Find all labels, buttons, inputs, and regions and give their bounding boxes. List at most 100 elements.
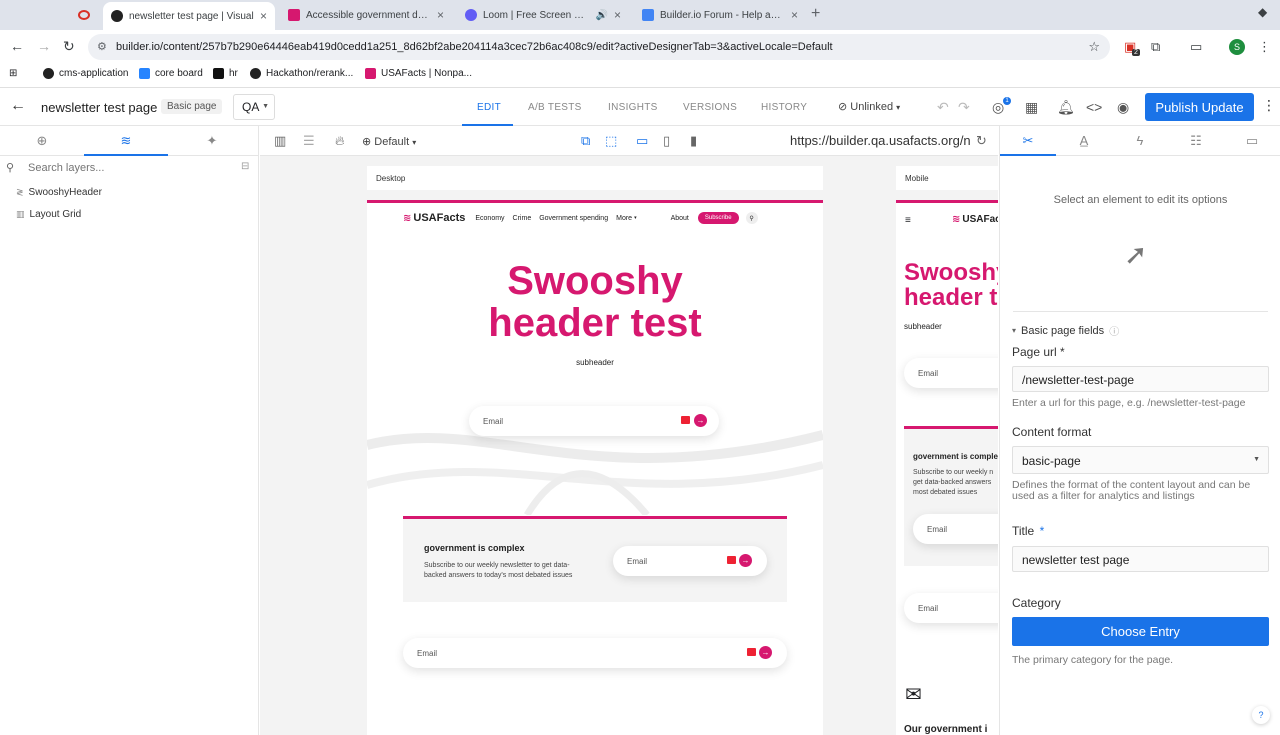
puzzle-icon[interactable]: ⧉ [1151, 39, 1160, 55]
back-icon[interactable]: ← [10, 38, 24, 54]
subscribe-button[interactable]: Subscribe [697, 212, 739, 224]
apps-icon[interactable]: ⊞ [9, 68, 17, 79]
tablet-icon[interactable]: ▯ [663, 133, 670, 149]
bookmark-star-icon[interactable]: ☆ [1088, 39, 1100, 55]
tab-insights[interactable]: INSIGHTS [608, 102, 658, 113]
close-tab-icon[interactable]: × [791, 8, 798, 22]
columns-icon[interactable]: ▥ [274, 133, 286, 149]
title-input[interactable]: newsletter test page [1012, 546, 1269, 572]
publish-update-button[interactable]: Publish Update [1145, 93, 1254, 121]
tab-versions[interactable]: VERSIONS [683, 102, 737, 113]
preview-eye-icon[interactable]: ◉ [1117, 99, 1129, 116]
more-options-icon[interactable]: ⋮ [1262, 97, 1276, 114]
browser-menu-icon[interactable]: ⋮ [1258, 39, 1271, 55]
mobile-email-signup-card[interactable]: Email [913, 514, 998, 544]
collapse-all-icon[interactable]: ⊟ [241, 161, 249, 172]
nav-more[interactable]: More [616, 215, 632, 222]
bookmark-item[interactable]: Hackathon/rerank... [250, 68, 353, 79]
tab-ab-tests[interactable]: A/B TESTS [528, 102, 582, 113]
bookmark-item[interactable]: core board [139, 68, 203, 79]
redo-icon[interactable]: ↷ [958, 99, 970, 116]
search-layers-input[interactable] [28, 159, 228, 177]
browser-tab-loom[interactable]: Loom | Free Screen & Vid 🔊 × [457, 4, 629, 26]
submit-arrow-icon[interactable]: → [694, 414, 707, 427]
spacing-icon[interactable]: ☰ [303, 133, 315, 149]
tab-edit[interactable]: EDIT [477, 102, 501, 113]
undo-icon[interactable]: ↶ [937, 99, 949, 116]
content-format-select[interactable]: basic-page ▼ [1012, 446, 1269, 474]
link-status-dropdown[interactable]: ⊘ Unlinked ▾ [838, 100, 900, 113]
reload-icon[interactable]: ↻ [63, 38, 75, 55]
page-url-input[interactable]: /newsletter-test-page [1012, 366, 1269, 392]
desktop-icon[interactable]: ▭ [636, 133, 648, 149]
choose-entry-button[interactable]: Choose Entry [1012, 617, 1269, 646]
data-tab-icon[interactable]: ☷ [1168, 133, 1224, 149]
mobile-icon[interactable]: ▮ [690, 133, 697, 149]
usafacts-logo[interactable]: ≋USAFacts [403, 212, 465, 224]
schedule-icon[interactable]: ▦ [1025, 99, 1038, 116]
preview-url[interactable]: https://builder.qa.usafacts.org/n [790, 133, 971, 148]
close-tab-icon[interactable]: × [614, 8, 621, 22]
layers-tab-icon[interactable]: ≋ [84, 133, 168, 149]
submit-arrow-icon[interactable]: → [739, 554, 752, 567]
style-tab-icon[interactable]: A̲ [1056, 133, 1112, 148]
nav-crime[interactable]: Crime [513, 215, 532, 222]
hamburger-menu-icon[interactable]: ≡ [905, 215, 911, 226]
bell-icon[interactable]: 🔔︎ [1057, 99, 1075, 116]
required-mark: * [1060, 345, 1065, 359]
logo-text: USAFacts [413, 212, 466, 224]
locale-dropdown[interactable]: ⊕ Default ▾ [362, 135, 416, 148]
url-bar[interactable]: ⚙ builder.io/content/257b7b290e64446eab4… [88, 34, 1110, 60]
close-tab-icon[interactable]: × [437, 8, 444, 22]
insert-tab-icon[interactable]: ⊕ [0, 133, 84, 149]
browser-tab-forum[interactable]: Builder.io Forum - Help and t × [634, 4, 806, 26]
email-signup-card[interactable]: Email → [613, 546, 767, 576]
tools-tab-icon[interactable]: ✂ [1000, 133, 1056, 149]
browser-tab-usafacts[interactable]: Accessible government data × [280, 4, 452, 26]
new-tab-button[interactable]: + [811, 5, 820, 23]
tab-search-icon[interactable]: ◆ [1258, 5, 1267, 19]
page-title[interactable]: newsletter test page [41, 100, 157, 115]
style-drop-icon[interactable]: 🔥︎ [335, 133, 345, 149]
help-circle-icon[interactable]: ⓘ [1109, 323, 1119, 338]
email-signup-bottom[interactable]: Email → [403, 638, 787, 668]
refresh-icon[interactable]: ↻ [976, 133, 987, 149]
bookmark-item[interactable]: cms-application [43, 68, 128, 79]
browser-tab-bar: newsletter test page | Visual × Accessib… [0, 0, 1280, 30]
responsive-view-icon[interactable]: ⧉ [581, 133, 590, 149]
search-icon[interactable]: ⚲ [745, 212, 758, 224]
basic-page-fields-header[interactable]: ▾ Basic page fields ⓘ [1012, 323, 1119, 339]
bookmark-item[interactable]: USAFacts | Nonpa... [365, 68, 472, 79]
back-arrow-icon[interactable]: ← [10, 97, 26, 115]
mobile-email-signup-bottom[interactable]: Email [904, 593, 998, 623]
site-settings-icon[interactable]: ⚙ [97, 40, 107, 53]
usafacts-logo[interactable]: ≋USAFacts [952, 214, 998, 225]
mobile-email-signup[interactable]: Email [904, 358, 998, 388]
select-frame-icon[interactable]: ⬚ [605, 133, 617, 149]
layer-item-layout-grid[interactable]: ▥ Layout Grid [16, 209, 81, 220]
nav-about[interactable]: About [671, 215, 689, 222]
submit-arrow-icon[interactable]: → [759, 646, 772, 659]
help-button[interactable]: ? [1252, 706, 1270, 724]
close-tab-icon[interactable]: × [260, 9, 267, 23]
animations-tab-icon[interactable]: ϟ [1112, 133, 1168, 148]
comments-tab-icon[interactable]: ▭ [1224, 133, 1280, 149]
bookmark-item[interactable]: hr [213, 68, 238, 79]
desktop-preview-frame[interactable]: ≋ USAFacts Economy Crime Government spend… [367, 200, 823, 735]
forward-icon[interactable]: → [37, 38, 51, 54]
layer-item-swooshy-header[interactable]: ≷ SwooshyHeader [16, 187, 102, 198]
nav-government-spending[interactable]: Government spending [539, 215, 608, 222]
cast-icon[interactable]: ▭ [1190, 39, 1202, 55]
email-signup-hero[interactable]: Email → [469, 406, 719, 436]
browser-tab-recording[interactable] [70, 4, 100, 26]
browser-tab-builder[interactable]: newsletter test page | Visual × [103, 2, 275, 30]
mobile-newsletter-card: government is complex Subscribe to our w… [904, 426, 998, 566]
code-icon[interactable]: <> [1086, 99, 1102, 115]
environment-select[interactable]: QA ▼ [233, 94, 275, 120]
audio-playing-icon[interactable]: 🔊 [596, 10, 608, 21]
mobile-preview-frame[interactable]: ≡ ≋USAFacts Swooshy header t subheader E… [896, 200, 998, 735]
nav-economy[interactable]: Economy [475, 215, 504, 222]
tab-history[interactable]: HISTORY [761, 102, 807, 113]
profile-avatar[interactable]: S [1229, 39, 1245, 55]
ai-sparkle-tab-icon[interactable]: ✦ [170, 133, 254, 149]
